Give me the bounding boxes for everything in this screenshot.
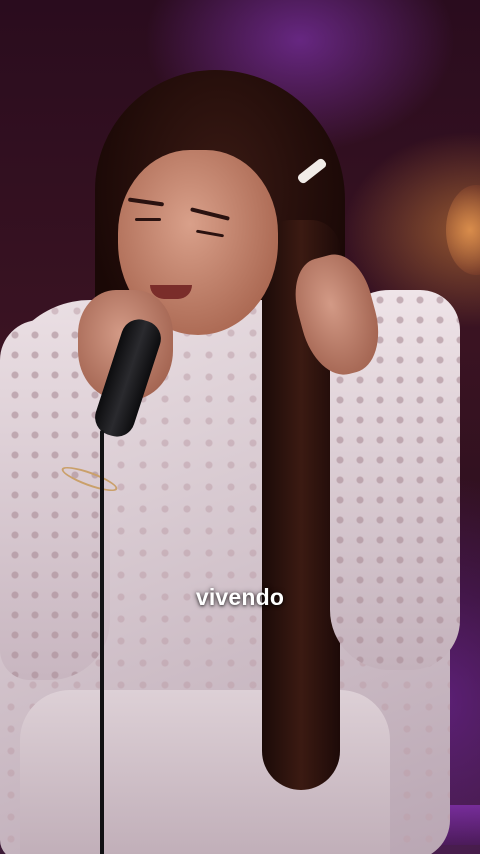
left-eye [135,218,161,221]
video-frame[interactable]: vivendo [0,0,480,854]
microphone-cable [100,430,104,854]
lyric-caption: vivendo [195,584,285,610]
stage-light-bokeh [446,185,480,275]
